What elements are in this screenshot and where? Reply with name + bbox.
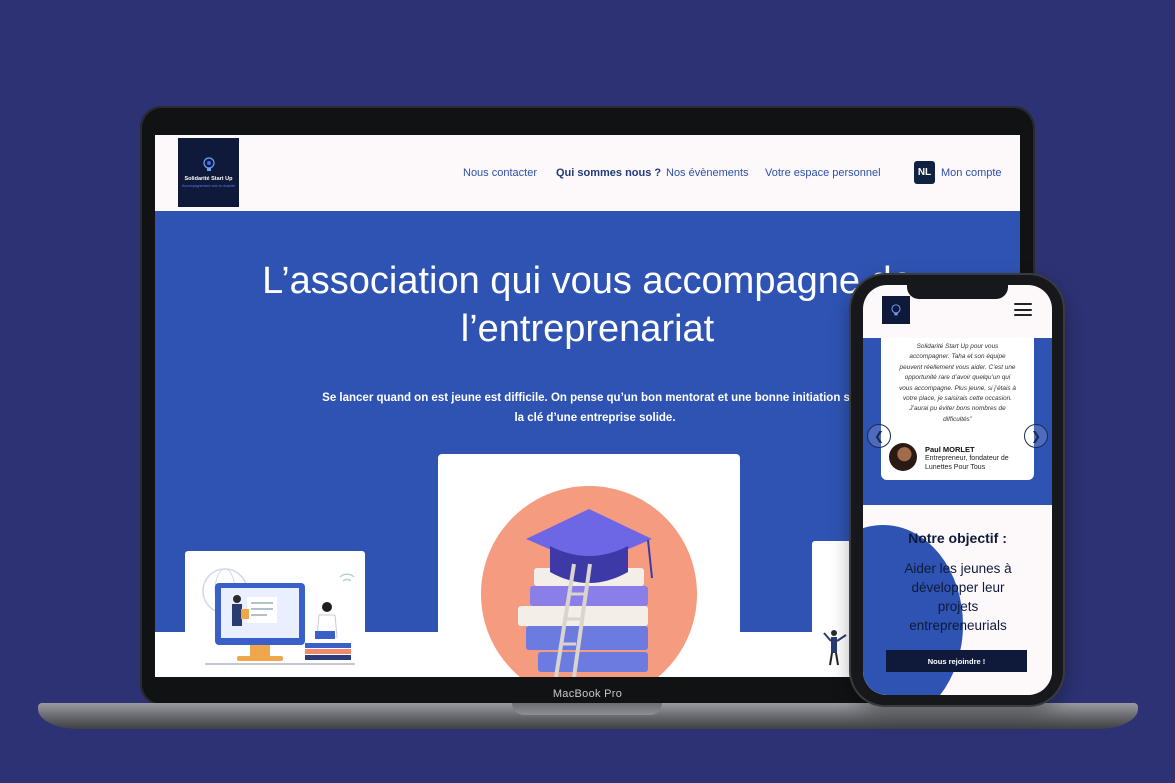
- nav-events[interactable]: Nos évènements: [666, 167, 749, 179]
- objective-section: Notre objectif : Aider les jeunes à déve…: [863, 505, 1052, 695]
- quote-line: Solidarité Start Up pour vous: [916, 343, 999, 350]
- testimonial-card: Solidarité Start Up pour vous accompagne…: [881, 338, 1034, 480]
- site-logo[interactable]: Solidarité Start Up Accompagnement vers …: [178, 138, 239, 207]
- phone-screen: Solidarité Start Up pour vous accompagne…: [863, 285, 1052, 695]
- phone-site-logo[interactable]: [882, 296, 910, 324]
- site-header: Solidarité Start Up Accompagnement vers …: [155, 135, 1020, 211]
- quote-line: peuvent réellement vous aider. C’est une: [899, 363, 1016, 371]
- objective-line: projets: [937, 599, 979, 614]
- lightbulb-icon: [891, 303, 901, 315]
- author-name: Paul MORLET: [925, 445, 975, 454]
- hero-subtitle-line: la clé d’une entreprise solide.: [514, 412, 676, 424]
- quote-line: opportunité rare d’avoir quelqu’un qui: [904, 374, 1011, 382]
- graduation-books-illustration: [481, 486, 697, 677]
- hero-subtitle-line: Se lancer quand on est jeune est diffici…: [322, 392, 868, 404]
- chevron-right-icon: ❯: [1030, 429, 1042, 443]
- phone-notch: [907, 283, 1008, 299]
- hero-subtitle: Se lancer quand on est jeune est diffici…: [285, 388, 905, 428]
- join-button[interactable]: Nous rejoindre !: [886, 650, 1027, 672]
- carousel-next-button[interactable]: ❯: [1024, 424, 1048, 448]
- objective-title: Notre objectif :: [908, 530, 1007, 546]
- objective-text: Aider les jeunes à développer leur proje…: [883, 559, 1033, 635]
- logo-name: Solidarité Start Up: [184, 176, 233, 182]
- user-initials-badge[interactable]: NL: [914, 161, 935, 184]
- laptop-hinge-notch: [512, 703, 662, 715]
- author-role: Entrepreneur, fondateur de Lunettes Pour…: [925, 455, 1009, 471]
- author-avatar: [889, 443, 917, 471]
- quote-line: difficultés”: [943, 415, 972, 423]
- online-mentoring-illustration: [202, 568, 355, 665]
- quote-line: votre place, je saisirais cette occasion…: [902, 395, 1013, 403]
- lightbulb-icon: [202, 157, 215, 171]
- quote-line: vous accompagne. Plus jeune, si j’étais …: [899, 384, 1016, 392]
- carousel-prev-button[interactable]: ❮: [867, 424, 891, 448]
- education-illustration-card: [438, 454, 740, 677]
- logo-tagline: Accompagnement vers la réussite: [182, 184, 235, 188]
- objective-line: entrepreneurials: [909, 618, 1007, 633]
- nav-about[interactable]: Qui sommes nous ?: [556, 167, 661, 179]
- testimonial-section: Solidarité Start Up pour vous accompagne…: [863, 338, 1052, 505]
- quote-line: J’aurai pu éviter bons nombres de: [909, 405, 1006, 413]
- chevron-left-icon: ❮: [873, 429, 885, 443]
- nav-contact[interactable]: Nous contacter: [463, 167, 537, 179]
- nav-account[interactable]: Mon compte: [941, 167, 1002, 179]
- hamburger-menu-icon[interactable]: [1014, 303, 1032, 317]
- quote-line: accompagner. Taha et son équipe: [909, 353, 1006, 361]
- objective-line: développer leur: [911, 580, 1005, 595]
- nav-personal-space[interactable]: Votre espace personnel: [765, 167, 881, 179]
- mentoring-illustration-card: [185, 551, 365, 677]
- testimonial-quote: Solidarité Start Up pour vous accompagne…: [889, 342, 1026, 425]
- objective-line: Aider les jeunes à: [904, 561, 1012, 576]
